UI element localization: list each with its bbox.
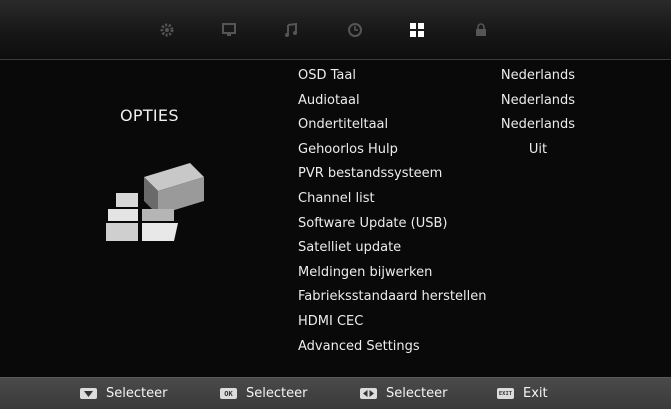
grid-icon[interactable] (406, 19, 428, 41)
menu-item-fabrieksstandaard[interactable]: Fabrieksstandaard herstellen (298, 285, 638, 310)
menu-item-label: Fabrieksstandaard herstellen (298, 289, 487, 305)
menu-item-software-update[interactable]: Software Update (USB) (298, 212, 638, 237)
hint-label: Selecteer (106, 386, 168, 401)
options-cubes-icon (102, 155, 212, 255)
menu-item-meldingen-bijwerken[interactable]: Meldingen bijwerken (298, 261, 638, 286)
menu-item-channel-list[interactable]: Channel list (298, 187, 638, 212)
menu-item-pvr-bestandssysteem[interactable]: PVR bestandssysteem (298, 162, 638, 187)
key-hint-bar: Selecteer OK Selecteer Selecteer EXIT Ex… (0, 377, 671, 409)
lock-icon[interactable] (470, 19, 492, 41)
hint-ok: OK Selecteer (220, 386, 307, 401)
menu-item-label: HDMI CEC (298, 313, 364, 329)
menu-item-label: Ondertiteltaal (298, 117, 389, 133)
music-note-icon[interactable] (280, 19, 302, 41)
left-right-key-icon (360, 388, 377, 399)
hint-label: Selecteer (246, 386, 308, 401)
menu-item-gehoorlos-hulp[interactable]: Gehoorlos Hulp Uit (298, 138, 638, 163)
menu-item-value: Uit (528, 141, 548, 157)
hint-left-right: Selecteer (360, 386, 447, 401)
menu-item-value: Nederlands (500, 117, 576, 133)
exit-key-icon: EXIT (497, 388, 514, 399)
menu-item-value: Nederlands (500, 68, 576, 83)
hint-down: Selecteer (80, 386, 167, 401)
hint-label: Selecteer (386, 386, 448, 401)
clock-icon[interactable] (344, 19, 366, 41)
hint-label: Exit (523, 386, 548, 401)
menu-item-advanced-settings[interactable]: Advanced Settings (298, 335, 638, 360)
menu-item-audiotaal[interactable]: Audiotaal Nederlands (298, 89, 638, 114)
menu-item-value: Nederlands (500, 92, 576, 108)
gear-icon[interactable] (156, 19, 178, 41)
ok-key-icon: OK (220, 388, 237, 399)
menu-item-label: Channel list (298, 190, 375, 206)
options-menu-list: OSD Taal Nederlands Audiotaal Nederlands O… (298, 64, 638, 359)
menu-item-label: Meldingen bijwerken (298, 264, 433, 280)
menu-item-label: Audiotaal (298, 92, 360, 108)
menu-item-label: PVR bestandssysteem (298, 166, 443, 182)
hint-exit: EXIT Exit (497, 386, 548, 401)
monitor-icon[interactable] (218, 19, 240, 41)
menu-item-label: Satelliet update (298, 240, 402, 256)
tv-options-menu: OPTIES OSD Taal Nederlands Audiotaal Neder… (0, 0, 671, 409)
menu-item-label: Software Update (USB) (298, 215, 448, 231)
menu-item-hdmi-cec[interactable]: HDMI CEC (298, 310, 638, 335)
menu-item-label: OSD Taal (298, 68, 356, 83)
menu-item-satelliet-update[interactable]: Satelliet update (298, 236, 638, 261)
down-arrow-key-icon (80, 388, 97, 399)
menu-item-label: Advanced Settings (298, 338, 420, 354)
menu-item-ondertiteltaal[interactable]: Ondertiteltaal Nederlands (298, 113, 638, 138)
menu-item-osd-taal[interactable]: OSD Taal Nederlands (298, 64, 638, 89)
menu-tab-bar (0, 0, 671, 60)
menu-item-label: Gehoorlos Hulp (298, 141, 398, 157)
page-title: OPTIES (120, 106, 179, 125)
